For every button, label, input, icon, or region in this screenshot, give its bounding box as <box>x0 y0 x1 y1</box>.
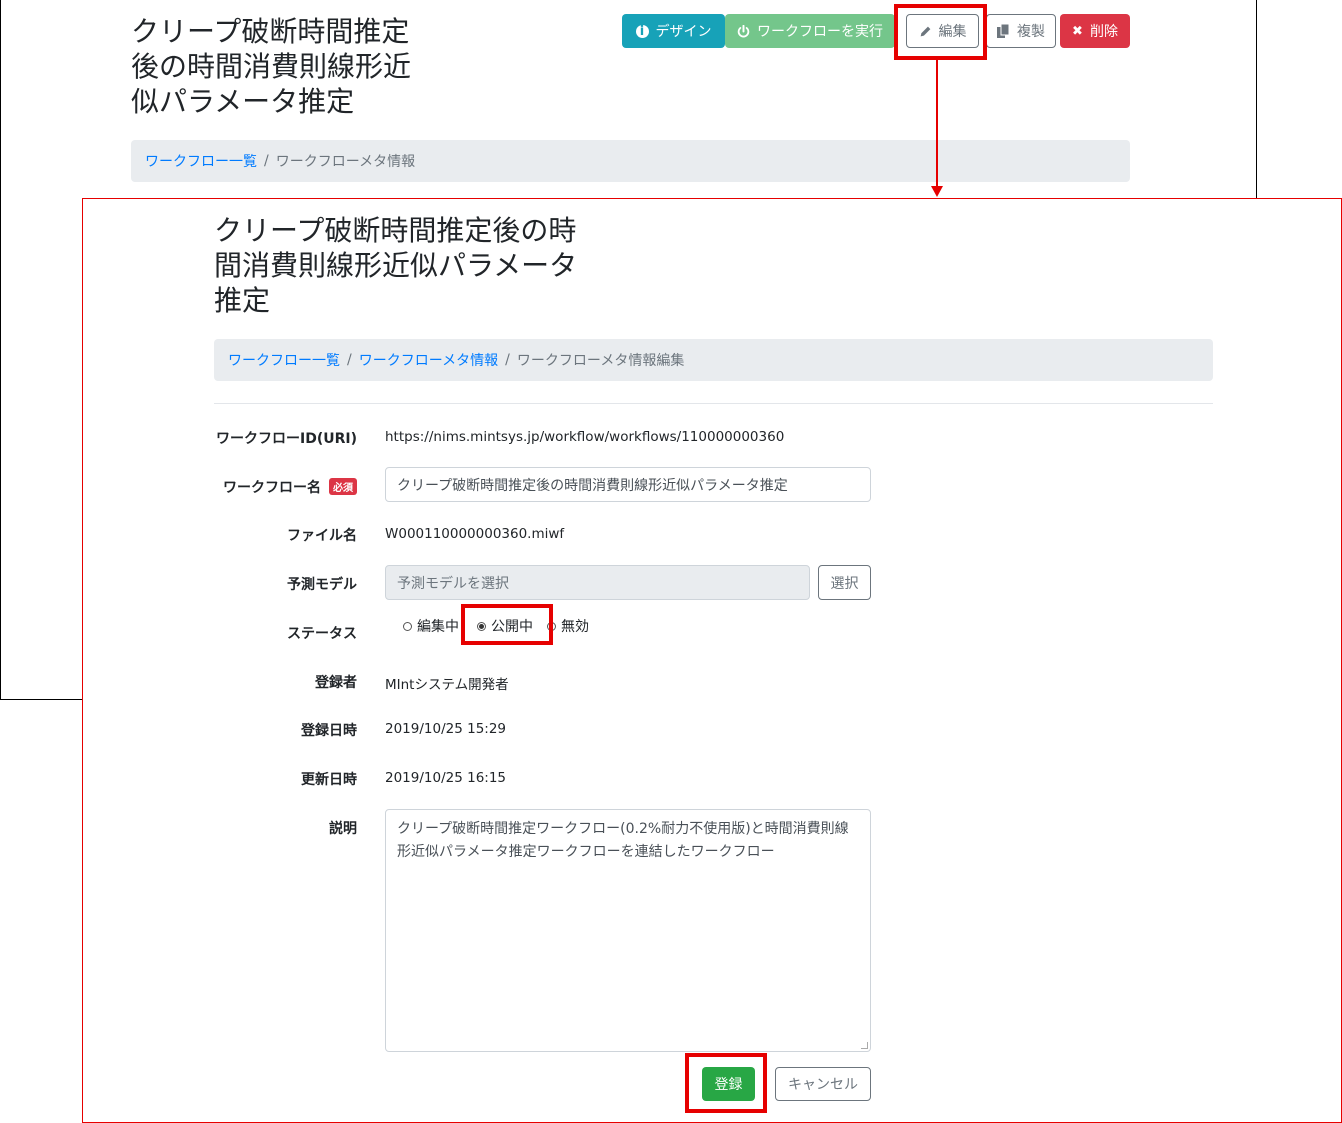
register-button-highlight <box>685 1053 767 1113</box>
breadcrumb-current: ワークフローメタ情報 <box>275 154 416 170</box>
page-title: クリープ破断時間推定後の時間消費則線形近似パラメータ推定 <box>131 15 412 118</box>
flow-arrow-head <box>931 186 943 197</box>
status-option-label: 無効 <box>561 619 589 635</box>
info-icon: i <box>635 24 649 38</box>
prediction-model-input[interactable]: 予測モデルを選択 <box>385 565 810 600</box>
breadcrumb-separator: / <box>347 352 352 368</box>
power-icon <box>737 24 750 38</box>
run-workflow-button[interactable]: ワークフローを実行 <box>725 14 895 48</box>
workflow-id-value: https://nims.mintsys.jp/workflow/workflo… <box>385 429 785 445</box>
status-radio-disabled[interactable]: 無効 <box>547 616 589 636</box>
status-radio-editing[interactable]: 編集中 <box>403 616 459 636</box>
status-public-highlight <box>461 604 553 645</box>
design-button-label: デザイン <box>655 24 712 40</box>
breadcrumb-workflow-meta[interactable]: ワークフローメタ情報 <box>359 350 498 370</box>
description-label: 説明 <box>329 821 357 837</box>
close-icon: ✖ <box>1072 23 1083 39</box>
breadcrumb-separator: / <box>264 153 269 169</box>
edit-button-highlight <box>894 4 987 60</box>
registrant-label: 登録者 <box>315 675 357 691</box>
registrant-value: MIntシステム開発者 <box>385 677 509 693</box>
workflow-name-label: ワークフロー名 必須 <box>207 477 357 497</box>
copy-button[interactable]: 複製 <box>986 14 1056 48</box>
description-textarea[interactable]: クリープ破断時間推定ワークフロー(0.2%耐力不使用版)と時間消費則線形近似パラ… <box>385 809 871 1052</box>
file-name-label: ファイル名 <box>287 528 357 544</box>
delete-button-label: 削除 <box>1089 24 1118 40</box>
radio-circle-icon <box>403 621 412 631</box>
status-label: ステータス <box>287 626 357 642</box>
design-button[interactable]: i デザイン <box>622 14 725 48</box>
status-option-label: 編集中 <box>417 619 459 635</box>
created-label: 登録日時 <box>301 723 357 739</box>
updated-label: 更新日時 <box>301 772 357 788</box>
page-title: クリープ破断時間推定後の時間消費則線形近似パラメータ推定 <box>214 214 578 317</box>
run-workflow-label: ワークフローを実行 <box>757 24 883 40</box>
workflow-name-label-text: ワークフロー名 <box>223 480 321 496</box>
description-text: クリープ破断時間推定ワークフロー(0.2%耐力不使用版)と時間消費則線形近似パラ… <box>397 821 849 860</box>
flow-arrow <box>936 58 938 188</box>
breadcrumb-workflow-list[interactable]: ワークフロー一覧 <box>228 350 340 370</box>
workflow-name-input[interactable]: クリープ破断時間推定後の時間消費則線形近似パラメータ推定 <box>385 467 871 502</box>
updated-value: 2019/10/25 16:15 <box>385 770 507 786</box>
workflow-meta-edit-page: クリープ破断時間推定後の時間消費則線形近似パラメータ推定 ワークフロー一覧 / … <box>82 198 1342 1123</box>
delete-button[interactable]: ✖ 削除 <box>1060 14 1130 48</box>
breadcrumb-separator: / <box>505 352 510 368</box>
breadcrumb: ワークフロー一覧 / ワークフローメタ情報 / ワークフローメタ情報編集 <box>214 339 1213 381</box>
divider <box>214 403 1213 404</box>
created-value: 2019/10/25 15:29 <box>385 721 507 737</box>
breadcrumb: ワークフロー一覧 / ワークフローメタ情報 <box>131 140 1130 182</box>
breadcrumb-current: ワークフローメタ情報編集 <box>516 353 685 369</box>
resize-handle-icon[interactable] <box>861 1042 868 1049</box>
workflow-id-label: ワークフローID(URI) <box>216 431 357 447</box>
copy-icon <box>997 24 1010 38</box>
select-model-button[interactable]: 選択 <box>818 565 871 600</box>
cancel-button[interactable]: キャンセル <box>775 1067 871 1101</box>
copy-button-label: 複製 <box>1017 24 1045 40</box>
breadcrumb-workflow-list[interactable]: ワークフロー一覧 <box>145 151 257 171</box>
prediction-model-label: 予測モデル <box>287 577 357 593</box>
required-badge: 必須 <box>329 478 357 495</box>
file-name-value: W000110000000360.miwf <box>385 526 565 542</box>
